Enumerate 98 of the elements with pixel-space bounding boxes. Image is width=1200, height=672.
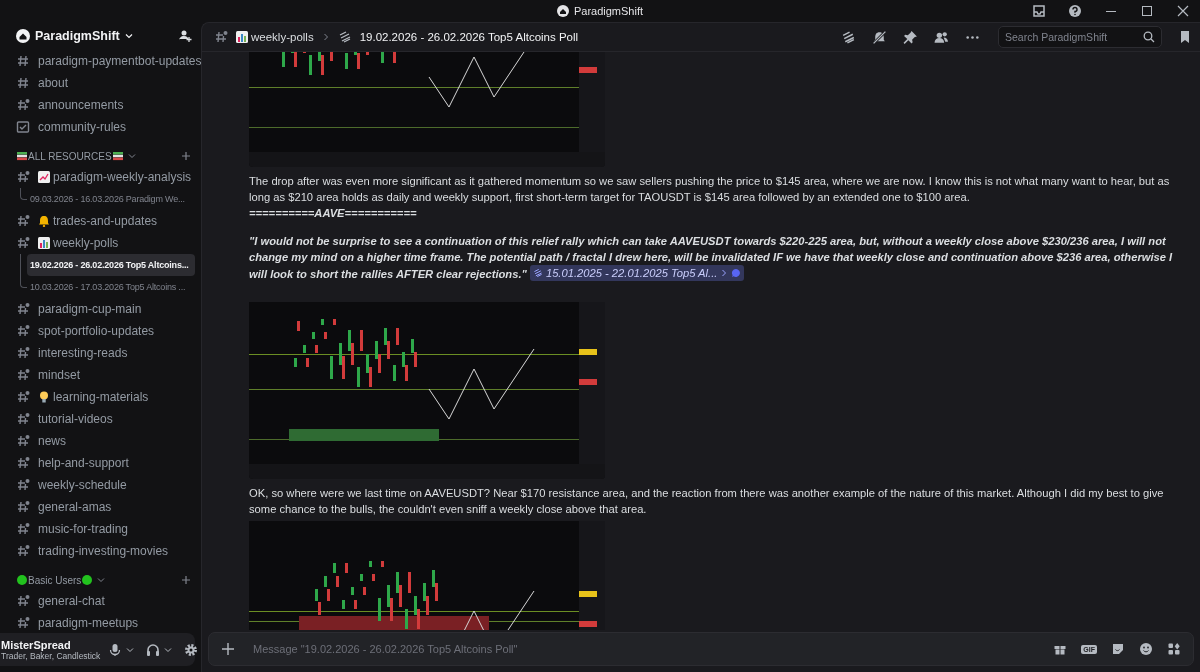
microphone-icon[interactable] (108, 642, 123, 657)
add-user-icon[interactable] (178, 29, 192, 43)
channel-name: general-chat (38, 594, 105, 608)
channel-item[interactable]: paradigm-meetups (8, 612, 195, 634)
dot-icon (17, 575, 27, 585)
channel-item[interactable]: weekly-schedule (8, 474, 195, 496)
channel-item[interactable]: announcements (8, 94, 195, 116)
add-icon[interactable] (181, 575, 191, 585)
chart-up-icon (38, 171, 50, 183)
server-name[interactable]: ParadigmShift (35, 29, 120, 43)
message-text: OK, so where were we last time on AAVEUSDT? Near $170 resistance area, and the reaction from there was another example of the nature of this market. Although I did my best to give some chance to the bulls, the couldn't even sniff a weekly close above that area. (249, 486, 1165, 517)
books-icon (17, 151, 27, 161)
channel-item[interactable]: music-for-trading (8, 518, 195, 540)
message-heading: ==========AAVE=========== (249, 206, 418, 221)
channel-name: trading-investing-movies (38, 544, 169, 558)
channel-item[interactable]: learning-materials (8, 386, 195, 408)
channel-item[interactable]: mindset (8, 364, 195, 386)
channel-name: community-rules (38, 120, 127, 134)
channel-item[interactable]: trading-investing-movies (8, 540, 195, 562)
maximize-icon[interactable] (1140, 4, 1154, 18)
channel-item[interactable]: general-chat (8, 590, 195, 612)
message-field[interactable]: Message "19.02.2026 - 26.02.2026 Top5 Altcoins Poll" (253, 643, 1040, 655)
channel-name: paradigm-weekly-analysis (53, 170, 192, 184)
channel-name: tutorial-videos (38, 412, 113, 426)
channel-name: paradigm-paymentbot-updates (38, 54, 201, 68)
channel-name: weekly-schedule (38, 478, 127, 492)
emoji-icon[interactable] (1139, 642, 1153, 656)
channel-item[interactable]: news (8, 430, 195, 452)
server-icon (556, 5, 569, 17)
channel-item[interactable]: community-rules (8, 116, 195, 138)
hash-dot-icon (214, 30, 228, 44)
window-title: ParadigmShift (573, 5, 644, 17)
settings-icon[interactable] (184, 642, 199, 657)
pin-icon[interactable] (903, 29, 918, 45)
channel-name: news (38, 434, 66, 448)
thread-link[interactable]: 15.01.2025 - 22.01.2025 Top5 Al... (529, 265, 745, 281)
chevron-right-icon (321, 33, 330, 41)
chevron-right-icon (720, 269, 729, 277)
server-icon (16, 29, 30, 43)
close-icon[interactable] (1176, 4, 1190, 18)
threads-icon[interactable] (841, 29, 856, 45)
search-icon (1143, 31, 1155, 43)
thread-item[interactable]: 09.03.2026 - 16.03.2026 Paradigm We... (27, 188, 195, 210)
dot-icon (82, 575, 93, 585)
channel-item[interactable]: spot-portfolio-updates (8, 320, 195, 342)
channel-name: spot-portfolio-updates (38, 324, 155, 338)
channel-name: music-for-trading (38, 522, 129, 536)
channel-name: help-and-support (38, 456, 129, 470)
category-label[interactable]: Basic Users (28, 574, 82, 586)
channel-item[interactable]: paradigm-cup-main (8, 298, 195, 320)
bell-icon (38, 215, 50, 227)
bookmark-icon[interactable] (1178, 30, 1192, 44)
chat-bubble-icon (731, 268, 742, 278)
channel-name: mindset (38, 368, 81, 382)
thread-title: 19.02.2026 - 26.02.2026 Top5 Altcoins Poll (359, 31, 579, 43)
bar-chart-icon (38, 237, 50, 249)
user-status: Trader, Baker, Candlestick (1, 650, 101, 661)
category-label[interactable]: ALL RESOURCES (28, 150, 112, 162)
channel-name: about (38, 76, 69, 90)
channel-item[interactable]: about (8, 72, 195, 94)
thread-item[interactable]: 10.03.2026 - 17.03.2026 Top5 Altcoins ... (27, 276, 195, 298)
members-icon[interactable] (934, 29, 949, 45)
thread-item[interactable]: 19.02.2026 - 26.02.2026 Top5 Altcoins... (27, 254, 195, 276)
channel-name: paradigm-cup-main (38, 302, 142, 316)
search-box[interactable]: Search ParadigmShift (998, 26, 1162, 48)
chevron-down-icon[interactable] (124, 32, 133, 40)
lightbulb-icon (38, 391, 50, 403)
books-icon (112, 151, 123, 161)
channel-item[interactable]: interesting-reads (8, 342, 195, 364)
sticker-icon[interactable] (1111, 642, 1125, 656)
channel-name: weekly-polls (53, 236, 119, 250)
bell-off-icon[interactable] (872, 29, 887, 45)
bar-chart-icon (236, 31, 248, 43)
channel-item[interactable]: weekly-polls (8, 232, 195, 254)
apps-icon[interactable] (1167, 642, 1181, 656)
channel-name: learning-materials (53, 390, 149, 404)
channel-name: general-amas (38, 500, 112, 514)
channel-item[interactable]: trades-and-updates (8, 210, 195, 232)
channel-name: paradigm-meetups (38, 616, 139, 630)
channel-item[interactable]: tutorial-videos (8, 408, 195, 430)
thread-icon (532, 268, 543, 278)
add-icon[interactable] (181, 151, 191, 161)
message-text: The drop after was even more significant as it gathered momentum so we saw sellers pushing the price to $145 area, where we are now. I know this is not what many want to hear, but as long as $210 area holds as daily and weekly support, first short-term target for TAOUSDT is $145 area followed by an extended one to $100 area. (249, 174, 1171, 205)
channel-name: interesting-reads (38, 346, 128, 360)
headphones-icon[interactable] (146, 642, 161, 657)
channel-name: announcements (38, 98, 124, 112)
help-icon[interactable] (1068, 4, 1082, 18)
search-field[interactable]: Search ParadigmShift (1005, 31, 1143, 43)
message-quote: "I would not be surprise to see a continuation of this relief rally which can take AAVEUSDT towards $220-225 area, but, without a weekly close above $230/236 area, I will not change my mind on a higher time frame. The potential path / fractal I drew here, will be invalidated IF we have that weekly close and continuation above $236 area, otherwise I will look to short the rallies AFTER clear rejections." 15.01.2025 - 22.01.2025 Top5 Al... (249, 234, 1174, 282)
channel-link[interactable]: weekly-polls (251, 31, 314, 43)
channel-item[interactable]: paradigm-weekly-analysis (8, 166, 195, 188)
thread-icon (337, 30, 352, 44)
channel-item[interactable]: general-amas (8, 496, 195, 518)
channel-name: trades-and-updates (53, 214, 158, 228)
username: MisterSpread (1, 638, 72, 651)
inbox-icon[interactable] (1032, 4, 1046, 18)
add-icon[interactable] (221, 642, 235, 656)
channel-item[interactable]: help-and-support (8, 452, 195, 474)
